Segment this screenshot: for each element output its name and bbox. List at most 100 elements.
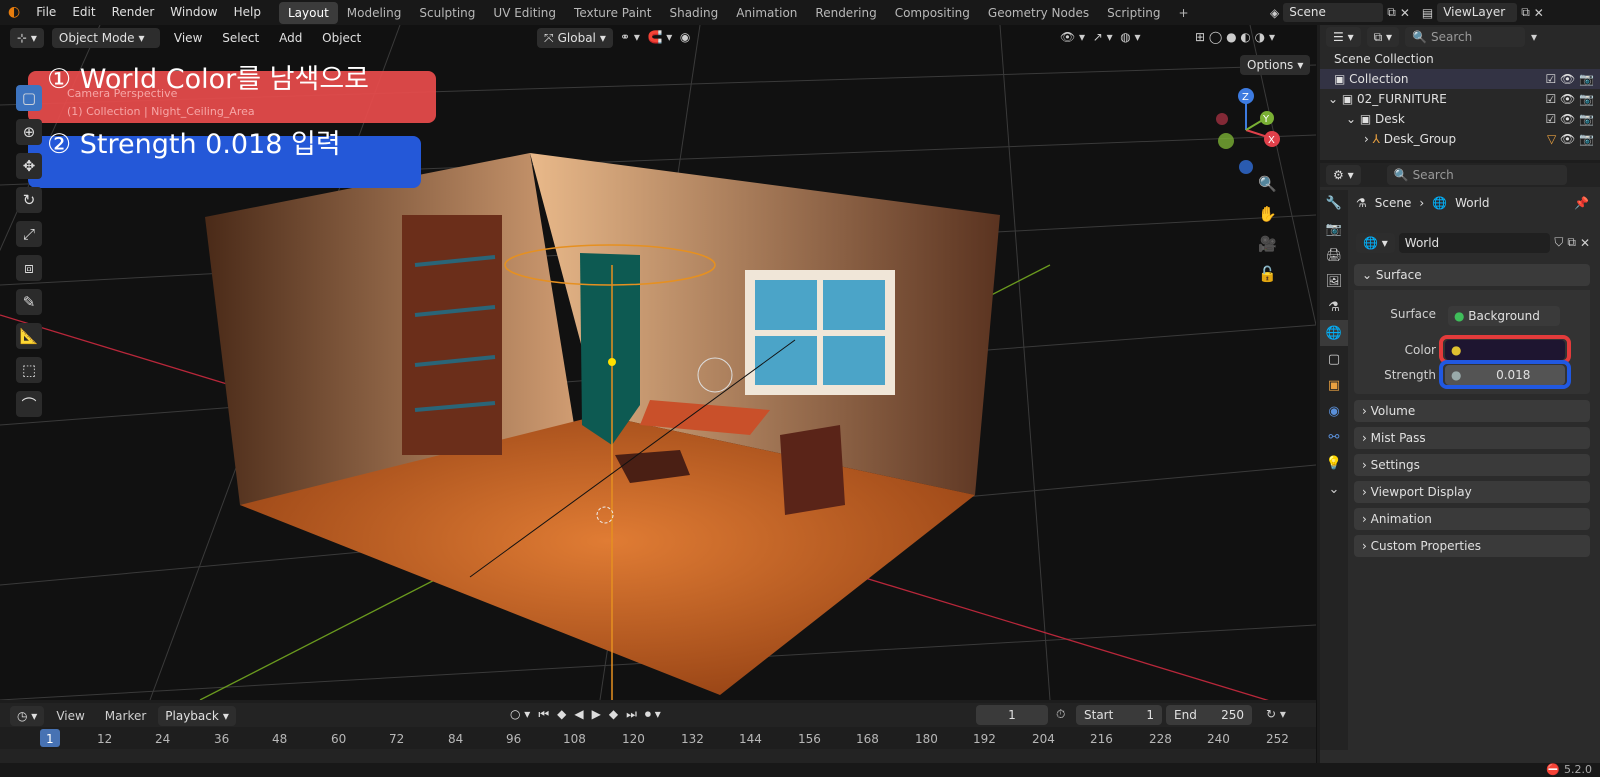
outliner-editor-type-icon[interactable]: ☰ ▾ xyxy=(1326,27,1361,47)
tool-tab-icon[interactable]: 🔧 xyxy=(1320,190,1348,216)
scale-tool-icon[interactable]: ⤢ xyxy=(16,221,42,247)
shading-mode-icons[interactable]: ⊞ ◯ ● ◐ ◑ ▾ xyxy=(1195,30,1275,44)
world-browse-icon[interactable]: 🌐 ▾ xyxy=(1356,232,1395,253)
object-tab-icon[interactable]: ▣ xyxy=(1320,372,1348,398)
collection-tab-icon[interactable]: ▢ xyxy=(1320,346,1348,372)
menu-add[interactable]: Add xyxy=(271,31,310,45)
add-cube-tool-icon[interactable]: ⬚ xyxy=(16,357,42,383)
view-layer-tab-icon[interactable]: 🖼 xyxy=(1320,268,1348,294)
rotate-tool-icon[interactable]: ↻ xyxy=(16,187,42,213)
menu-object[interactable]: Object xyxy=(314,31,369,45)
tab-uv-editing[interactable]: UV Editing xyxy=(484,2,565,24)
zoom-icon[interactable]: 🔍 xyxy=(1258,175,1277,193)
options-button[interactable]: Options ▾ xyxy=(1240,55,1311,75)
menu-view[interactable]: View xyxy=(166,31,210,45)
transform-orientation-selector[interactable]: ⤧ Global ▾ xyxy=(537,28,613,48)
filter-icon[interactable]: ▾ xyxy=(1531,30,1537,44)
pin-icon[interactable]: 📌 xyxy=(1574,196,1589,210)
row-toggle-icons[interactable]: ☑ 👁 📷 xyxy=(1545,69,1600,89)
row-toggle-icons[interactable]: ☑ 👁 📷 xyxy=(1545,109,1600,129)
transform-tool-icon[interactable]: ⧈ xyxy=(16,255,42,281)
playback-menu[interactable]: Playback ▾ xyxy=(158,706,236,726)
outliner-row-collection[interactable]: ▣ Collection ☑ 👁 📷 xyxy=(1320,69,1600,89)
menu-file[interactable]: File xyxy=(28,0,64,25)
end-frame-field[interactable]: End 250 xyxy=(1166,705,1252,725)
expand-icon[interactable]: ⌄ xyxy=(1346,109,1360,129)
keying-icon[interactable]: ○ ▾ xyxy=(510,707,530,722)
world-name-field[interactable]: World xyxy=(1398,232,1551,253)
timeline-menu-marker[interactable]: Marker xyxy=(97,709,154,723)
tab-modeling[interactable]: Modeling xyxy=(338,2,411,24)
play-reverse-icon[interactable]: ◀ xyxy=(574,707,583,722)
panel-volume[interactable]: › Volume xyxy=(1354,400,1590,422)
pan-hand-icon[interactable]: ✋ xyxy=(1258,205,1277,223)
current-frame-field[interactable]: 1 xyxy=(976,705,1048,725)
properties-editor-type-icon[interactable]: ⚙ ▾ xyxy=(1326,165,1361,185)
timeline-menu-view[interactable]: View xyxy=(48,709,92,723)
3d-viewport[interactable]: ① World Color를 남색으로 ② Strength 0.018 입력 … xyxy=(0,25,1316,700)
scene-tab-icon[interactable]: ⚗ xyxy=(1320,294,1348,320)
mode-selector[interactable]: Object Mode ▾ xyxy=(51,28,160,48)
fake-user-icon[interactable]: ⛉ xyxy=(1554,235,1563,250)
select-box-tool-icon[interactable]: ▢ xyxy=(16,85,42,111)
menu-select[interactable]: Select xyxy=(214,31,267,45)
duplicate-icon[interactable]: ⧉ xyxy=(1567,235,1576,250)
start-frame-field[interactable]: Start 1 xyxy=(1076,705,1162,725)
curve-tool-icon[interactable]: ⌒ xyxy=(16,391,42,417)
tab-compositing[interactable]: Compositing xyxy=(886,2,979,24)
outliner-row-scene-collection[interactable]: Scene Collection xyxy=(1320,49,1600,69)
delete-viewlayer-icon[interactable]: ✕ xyxy=(1534,6,1544,20)
output-tab-icon[interactable]: 🖨 xyxy=(1320,242,1348,268)
physics-tab-icon[interactable]: ◉ xyxy=(1320,398,1348,424)
navigation-gizmo[interactable]: Z X Y xyxy=(1206,85,1286,175)
lock-icon[interactable]: 🔓 xyxy=(1258,265,1277,283)
move-tool-icon[interactable]: ✥ xyxy=(16,153,42,179)
pivot-snap-icons[interactable]: ⚭ ▾ 🧲 ▾ ◉ xyxy=(620,30,690,44)
display-mode-icon[interactable]: ⧉ ▾ xyxy=(1366,27,1400,47)
row-toggle-icons[interactable]: ▽ 👁 📷 xyxy=(1547,129,1600,149)
frame-ruler[interactable] xyxy=(0,727,1316,749)
outliner-row-desk-group[interactable]: › ⅄ Desk_Group ▽ 👁 📷 xyxy=(1320,129,1600,149)
data-tab-icon[interactable]: 💡 xyxy=(1320,450,1348,476)
surface-shader-field[interactable]: ● Background xyxy=(1448,306,1560,326)
visibility-overlay-icons[interactable]: 👁 ▾ ↗ ▾ ◍ ▾ xyxy=(1060,30,1141,44)
new-scene-icon[interactable]: ⧉ xyxy=(1387,5,1396,20)
expand-icon[interactable]: › xyxy=(1364,129,1373,149)
tab-geometry-nodes[interactable]: Geometry Nodes xyxy=(979,2,1098,24)
next-keyframe-icon[interactable]: ◆ xyxy=(609,707,618,722)
auto-key-icon[interactable]: ⏺ ▾ xyxy=(645,707,661,722)
annotate-tool-icon[interactable]: ✎ xyxy=(16,289,42,315)
outliner-row-furniture[interactable]: ⌄ ▣ 02_FURNITURE ☑ 👁 📷 xyxy=(1320,89,1600,109)
tab-animation[interactable]: Animation xyxy=(727,2,806,24)
timeline-editor-type-icon[interactable]: ◷ ▾ xyxy=(10,706,45,726)
menu-edit[interactable]: Edit xyxy=(64,0,103,25)
stopwatch-icon[interactable]: ⏱ xyxy=(1056,707,1065,722)
surface-panel-header[interactable]: ⌄ Surface xyxy=(1354,264,1590,286)
render-tab-icon[interactable]: 📷 xyxy=(1320,216,1348,242)
panel-settings[interactable]: › Settings xyxy=(1354,454,1590,476)
scene-selector[interactable]: Scene xyxy=(1283,3,1384,22)
constraints-tab-icon[interactable]: ⚯ xyxy=(1320,424,1348,450)
panel-viewport-display[interactable]: › Viewport Display xyxy=(1354,481,1590,503)
viewlayer-selector[interactable]: ViewLayer xyxy=(1437,3,1518,22)
properties-search-input[interactable]: 🔍 Search xyxy=(1386,165,1567,185)
menu-window[interactable]: Window xyxy=(162,0,225,25)
world-tab-icon[interactable]: 🌐 xyxy=(1320,320,1348,346)
tab-layout[interactable]: Layout xyxy=(278,1,338,24)
panel-mist-pass[interactable]: › Mist Pass xyxy=(1354,427,1590,449)
editor-type-icon[interactable]: ⊹ ▾ xyxy=(10,28,44,48)
camera-view-icon[interactable]: 🎥 xyxy=(1258,235,1277,253)
measure-tool-icon[interactable]: 📐 xyxy=(16,323,42,349)
menu-render[interactable]: Render xyxy=(104,0,163,25)
outliner-row-desk[interactable]: ⌄ ▣ Desk ☑ 👁 📷 xyxy=(1320,109,1600,129)
panel-custom-properties[interactable]: › Custom Properties xyxy=(1354,535,1590,557)
sync-icon[interactable]: ↻ ▾ xyxy=(1266,707,1286,721)
new-viewlayer-icon[interactable]: ⧉ xyxy=(1521,5,1530,20)
tab-rendering[interactable]: Rendering xyxy=(806,2,885,24)
prev-keyframe-icon[interactable]: ◆ xyxy=(557,707,566,722)
tab-texture-paint[interactable]: Texture Paint xyxy=(565,2,660,24)
tab-shading[interactable]: Shading xyxy=(660,2,727,24)
blender-logo-icon[interactable]: ◐ xyxy=(0,0,28,25)
cursor-tool-icon[interactable]: ⊕ xyxy=(16,119,42,145)
outliner-search-input[interactable]: 🔍 Search xyxy=(1405,27,1526,47)
